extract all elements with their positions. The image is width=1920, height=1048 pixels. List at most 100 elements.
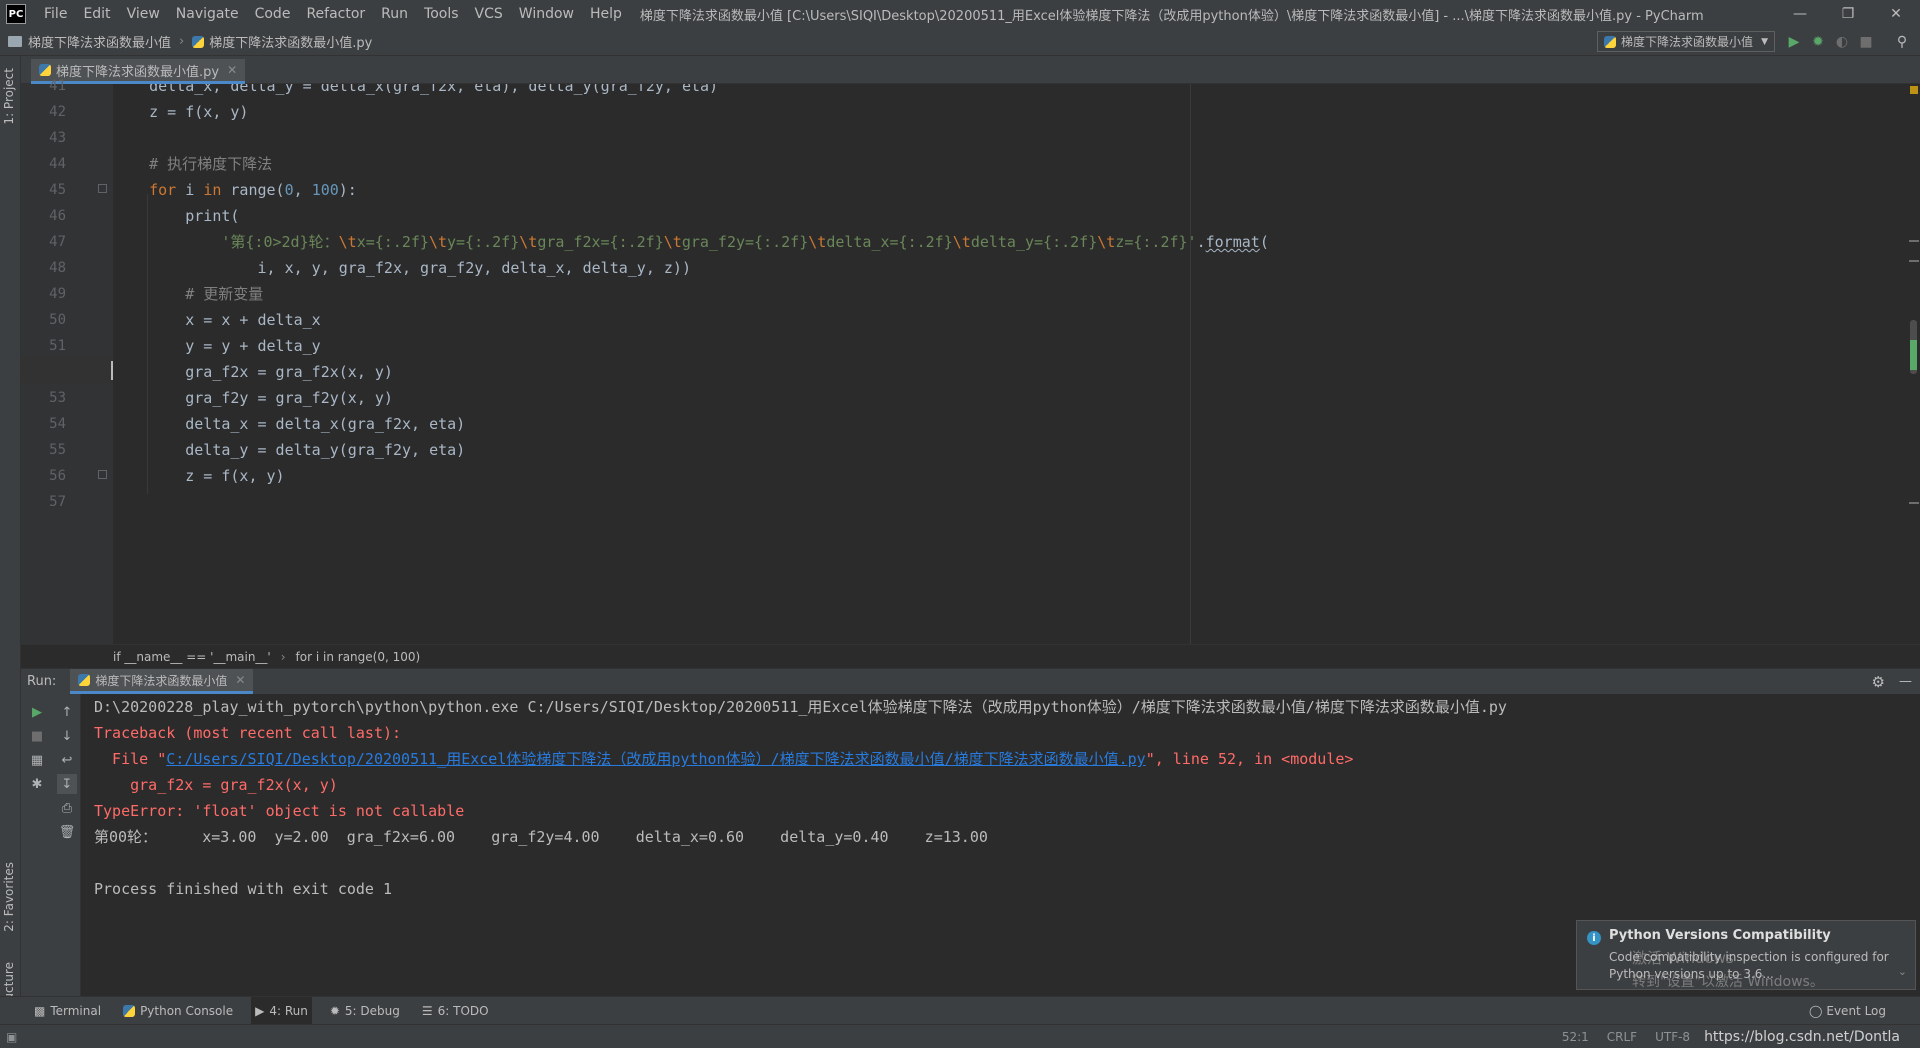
console-file-line: File "C:/Users/SIQI/Desktop/20200511_用Ex… <box>94 746 1353 772</box>
run-config-label: 梯度下降法求函数最小值 <box>1621 35 1754 49</box>
close-tab-icon[interactable]: ✕ <box>235 673 245 687</box>
console-file-link[interactable]: C:/Users/SIQI/Desktop/20200511_用Excel体验梯… <box>166 750 1145 768</box>
file-encoding[interactable]: UTF-8 <box>1655 1030 1690 1044</box>
favorites-tool-tab[interactable]: 2: Favorites <box>2 862 16 932</box>
print-icon[interactable]: ⎙ <box>57 798 77 818</box>
line-number: 55 <box>49 442 66 458</box>
line-number: 48 <box>49 260 66 276</box>
python-console-tab[interactable]: Python Console <box>119 997 237 1025</box>
menu-bar: File Edit View Navigate Code Refactor Ru… <box>36 0 630 28</box>
chevron-down-icon[interactable]: ⌄ <box>1898 965 1907 978</box>
fold-icon[interactable] <box>98 470 107 479</box>
keyword: in <box>203 181 222 199</box>
run-panel-header: Run: 梯度下降法求函数最小值 ✕ ⚙ — <box>21 668 1920 694</box>
warning-icon[interactable] <box>1910 86 1918 94</box>
code-token: ): <box>338 181 357 199</box>
gear-icon[interactable]: ⚙ <box>1872 673 1885 691</box>
pin-icon[interactable]: ✱ <box>27 774 47 794</box>
run-toolbar-secondary: ↑ ↓ ↩ ↧ ⎙ 🗑 <box>54 694 81 996</box>
close-tab-icon[interactable]: ✕ <box>227 63 237 77</box>
nav-file-crumb[interactable]: 梯度下降法求函数最小值.py <box>184 32 372 51</box>
terminal-icon: ▩ <box>34 1003 46 1018</box>
menu-vcs[interactable]: VCS <box>467 0 511 28</box>
fold-icon[interactable] <box>98 184 107 193</box>
code-breadcrumb: if __name__ == '__main__' › for i in ran… <box>21 644 1920 668</box>
run-tab-active[interactable]: 梯度下降法求函数最小值 ✕ <box>70 669 254 694</box>
todo-tool-tab[interactable]: ☰ 6: TODO <box>418 997 493 1025</box>
line-number: 51 <box>49 338 66 354</box>
terminal-tab-label: Terminal <box>50 1003 102 1018</box>
method-call: format <box>1205 233 1260 251</box>
menu-tools[interactable]: Tools <box>416 0 467 28</box>
escape-seq: \t <box>338 233 357 251</box>
run-icon: ▶ <box>255 1003 265 1018</box>
terminal-tab[interactable]: ▩ Terminal <box>30 997 105 1025</box>
code-token: ( <box>1259 233 1269 251</box>
menu-navigate[interactable]: Navigate <box>168 0 247 28</box>
editor-error-stripe[interactable] <box>1908 84 1920 644</box>
menu-view[interactable]: View <box>119 0 168 28</box>
run-tab-label: 梯度下降法求函数最小值 <box>95 673 228 688</box>
run-tool-tab-label: 4: Run <box>269 1003 308 1018</box>
search-everywhere-icon[interactable]: ⚲ <box>1892 32 1912 52</box>
menu-edit[interactable]: Edit <box>75 0 118 28</box>
line-number: 53 <box>49 390 66 406</box>
breadcrumb-item[interactable]: if __name__ == '__main__' <box>113 650 271 664</box>
string-literal: delta_y={:.2f} <box>970 233 1098 251</box>
toggle-tool-windows-icon[interactable]: ▣ <box>6 1030 17 1044</box>
soft-wrap-icon[interactable]: ↩ <box>57 750 77 770</box>
escape-seq: \t <box>428 233 447 251</box>
stop-icon[interactable]: ■ <box>27 726 47 746</box>
stripe-mark <box>1909 240 1919 242</box>
code-editor[interactable]: delta_x, delta_y = delta_x(gra_f2x, eta)… <box>113 84 1908 644</box>
project-tool-tab[interactable]: 1: Project <box>2 68 16 125</box>
menu-code[interactable]: Code <box>247 0 299 28</box>
string-literal: gra_f2x={:.2f} <box>537 233 664 251</box>
caret-position[interactable]: 52:1 <box>1562 1030 1589 1044</box>
menu-run[interactable]: Run <box>373 0 416 28</box>
menu-window[interactable]: Window <box>511 0 582 28</box>
stop-button[interactable]: ■ <box>1856 32 1876 52</box>
console-command-line: D:\20200228_play_with_pytorch\python\pyt… <box>94 698 1507 716</box>
code-line-55: delta_y = delta_y(gra_f2y, eta) <box>113 441 466 459</box>
console-text: ", line 52, in <module> <box>1145 750 1354 768</box>
minimize-button[interactable]: — <box>1776 0 1824 28</box>
stripe-mark <box>1909 260 1919 262</box>
line-number: 54 <box>49 416 66 432</box>
pycharm-logo-icon: PC <box>6 4 26 24</box>
string-literal: delta_x={:.2f} <box>826 233 953 251</box>
escape-seq: \t <box>663 233 682 251</box>
chevron-down-icon: ▼ <box>1761 36 1768 47</box>
close-window-button[interactable]: ✕ <box>1872 0 1920 28</box>
breadcrumb-item[interactable]: for i in range(0, 100) <box>296 650 421 664</box>
hide-panel-icon[interactable]: — <box>1899 674 1912 689</box>
run-tool-tab[interactable]: ▶ 4: Run <box>251 996 312 1025</box>
line-number: 44 <box>49 156 66 172</box>
menu-file[interactable]: File <box>36 0 75 28</box>
line-separator[interactable]: CRLF <box>1607 1030 1637 1044</box>
run-button[interactable]: ▶ <box>1784 32 1804 52</box>
trash-icon[interactable]: 🗑 <box>57 822 77 842</box>
layout-icon[interactable]: ▦ <box>27 750 47 770</box>
code-line-50: x = x + delta_x <box>113 311 321 329</box>
run-configuration-select[interactable]: 梯度下降法求函数最小值 ▼ <box>1597 31 1775 52</box>
nav-project-crumb[interactable]: 梯度下降法求函数最小值 › <box>0 32 184 51</box>
string-literal: z={:.2f}' <box>1115 233 1197 251</box>
menu-help[interactable]: Help <box>582 0 630 28</box>
escape-seq: \t <box>1097 233 1116 251</box>
debug-tool-tab[interactable]: ✹ 5: Debug <box>326 997 404 1025</box>
list-icon: ☰ <box>421 1003 433 1018</box>
coverage-button[interactable]: ◐ <box>1832 32 1852 52</box>
restore-button[interactable]: ❐ <box>1824 0 1872 28</box>
info-icon: i <box>1587 931 1601 945</box>
menu-refactor[interactable]: Refactor <box>298 0 373 28</box>
debug-button[interactable]: ✹ <box>1808 32 1828 52</box>
arrow-down-icon[interactable]: ↓ <box>57 726 77 746</box>
text-caret <box>111 361 113 380</box>
event-log-tab[interactable]: ◯ Event Log <box>1805 997 1890 1025</box>
scroll-to-end-icon[interactable]: ↧ <box>57 774 77 794</box>
code-line-45: for i in range(0, 100): <box>113 177 1908 203</box>
stripe-mark <box>1910 340 1917 370</box>
arrow-up-icon[interactable]: ↑ <box>57 702 77 722</box>
rerun-icon[interactable]: ▶ <box>27 702 47 722</box>
